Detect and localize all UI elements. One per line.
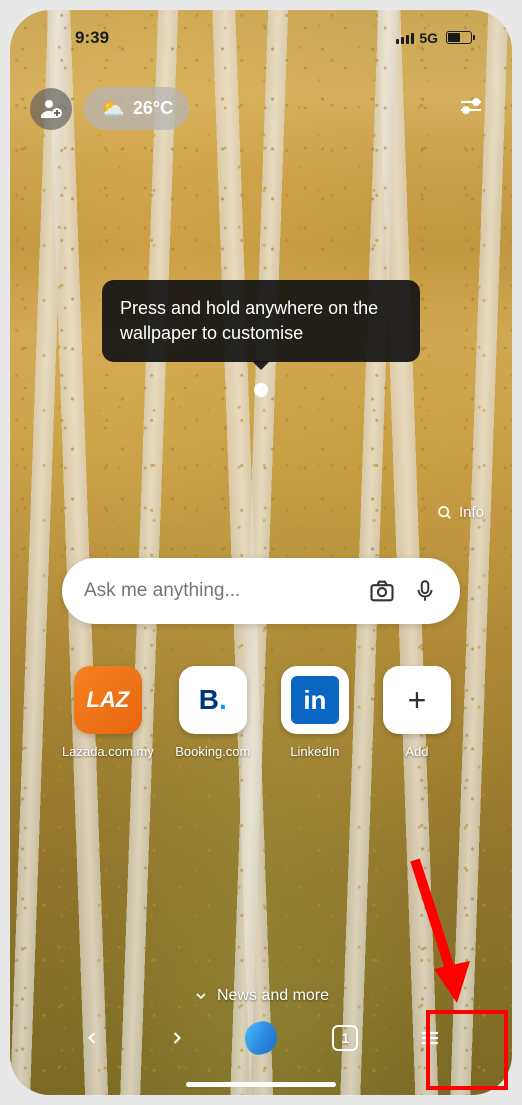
tooltip-indicator-dot (254, 383, 268, 397)
nav-tabs-button[interactable]: 1 (323, 1016, 367, 1060)
bottom-navigation: 1 (10, 1010, 512, 1065)
signal-icon (396, 32, 414, 44)
battery-icon (446, 31, 472, 44)
quick-link-label: Add (405, 744, 428, 761)
search-input[interactable] (84, 580, 352, 602)
camera-icon (368, 577, 396, 605)
customize-button[interactable] (450, 85, 492, 132)
nav-forward-button[interactable] (155, 1016, 199, 1060)
phone-home-screen: 9:39 5G (10, 10, 512, 1095)
wallpaper-info-button[interactable]: Info (437, 504, 484, 521)
quick-link-booking[interactable]: B. Booking.com (170, 666, 256, 761)
linkedin-icon: in (281, 666, 349, 734)
status-indicators: 5G (396, 30, 472, 46)
status-time: 9:39 (75, 28, 109, 48)
wallpaper-texture (10, 10, 512, 1095)
quick-link-label: LinkedIn (290, 744, 339, 761)
quick-link-linkedin[interactable]: in LinkedIn (272, 666, 358, 761)
customize-tooltip: Press and hold anywhere on the wallpaper… (102, 280, 420, 362)
news-and-more-button[interactable]: News and more (193, 987, 329, 1005)
chevron-down-icon (193, 988, 209, 1004)
microphone-icon (412, 578, 438, 604)
network-label: 5G (419, 30, 438, 46)
nav-copilot-button[interactable] (239, 1016, 283, 1060)
tabs-count-badge: 1 (332, 1025, 358, 1051)
copilot-icon (241, 1018, 280, 1057)
profile-button[interactable] (30, 88, 72, 130)
hamburger-icon (418, 1026, 442, 1050)
plus-icon: + (383, 666, 451, 734)
status-bar: 9:39 5G (10, 10, 512, 65)
sliders-icon (458, 93, 484, 119)
nav-menu-button[interactable] (408, 1016, 452, 1060)
chevron-left-icon (82, 1028, 102, 1048)
home-indicator[interactable] (186, 1082, 336, 1087)
quick-link-label: Booking.com (175, 744, 250, 761)
quick-link-label: Lazada.com.my (62, 744, 154, 761)
search-bar[interactable] (62, 558, 460, 624)
weather-widget[interactable]: ⛅ 26°C (84, 87, 189, 130)
quick-link-add[interactable]: + Add (374, 666, 460, 761)
search-icon (437, 505, 453, 521)
top-widgets: ⛅ 26°C (30, 85, 492, 132)
camera-search-button[interactable] (368, 577, 396, 605)
quick-links-row: LAZ Lazada.com.my B. Booking.com in Link… (62, 666, 460, 761)
weather-icon: ⛅ (100, 96, 125, 121)
chevron-right-icon (167, 1028, 187, 1048)
voice-search-button[interactable] (412, 578, 438, 604)
person-add-icon (39, 97, 63, 121)
quick-link-lazada[interactable]: LAZ Lazada.com.my (62, 666, 154, 761)
lazada-icon: LAZ (74, 666, 142, 734)
weather-temperature: 26°C (133, 98, 173, 119)
booking-icon: B. (179, 666, 247, 734)
nav-back-button[interactable] (70, 1016, 114, 1060)
